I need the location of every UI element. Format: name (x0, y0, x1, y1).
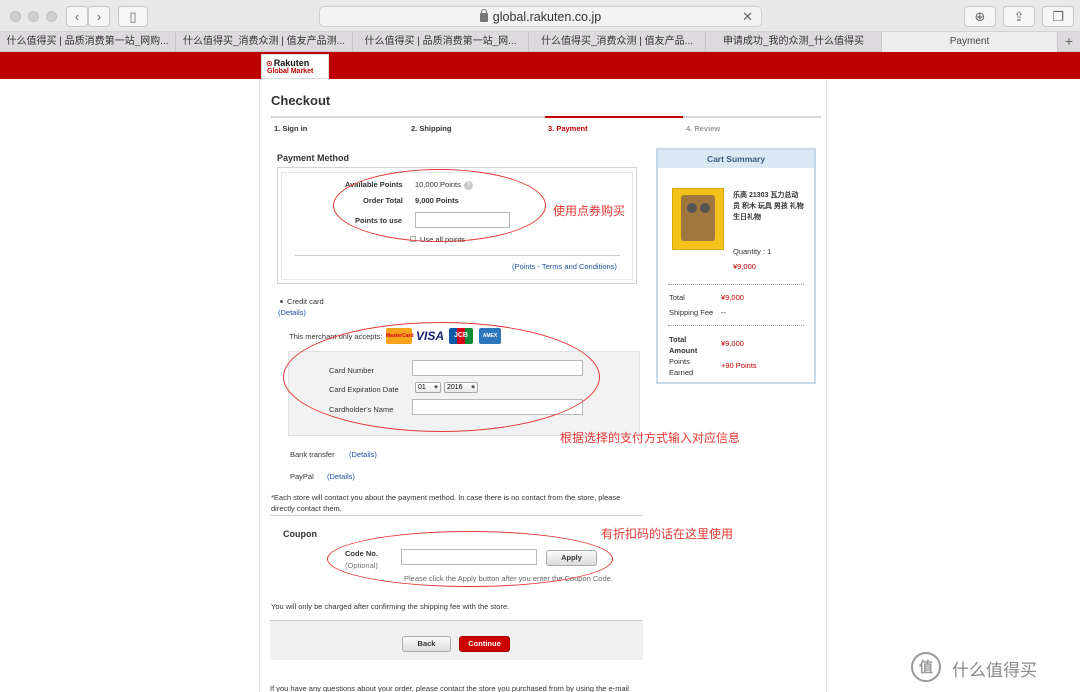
browser-tab[interactable]: 申请成功_我的众测_什么值得买 (706, 32, 882, 52)
address-bar[interactable]: global.rakuten.co.jp ✕ (319, 6, 762, 27)
browser-tab[interactable]: 什么值得买 | 品质消费第一站_网购... (0, 32, 176, 52)
tabs-overview-icon[interactable]: ❐ (1042, 6, 1074, 27)
tab-bar: 什么值得买 | 品质消费第一站_网购... 什么值得买_消费众测 | 值友产品测… (0, 32, 1080, 52)
charge-note: You will only be charged after confirmin… (271, 602, 510, 611)
browser-toolbar: ‹ › ▯ global.rakuten.co.jp ✕ ⊕ ⇪ ❐ (0, 0, 1080, 32)
browser-tab[interactable]: 什么值得买_消费众测 | 值友产品... (529, 32, 706, 52)
product-name[interactable]: 乐高 21303 瓦力总动员 积木 玩具 男孩 礼物 生日礼物 (733, 190, 805, 223)
annotation-points: 使用点券购买 (553, 204, 626, 218)
browser-tab-active[interactable]: Payment (882, 32, 1058, 52)
total-amount-value: ¥9,000 (721, 339, 744, 348)
coupon-heading: Coupon (283, 529, 317, 539)
back-nav-icon[interactable]: ‹ (66, 6, 88, 27)
credit-card-label: Credit card (287, 297, 324, 306)
annotation-ellipse-payment (283, 322, 600, 432)
browser-tab[interactable]: 什么值得买 | 品质消费第一站_网... (353, 32, 529, 52)
divider (270, 515, 643, 516)
step-review: 4. Review (686, 124, 721, 133)
watermark-text: 什么值得买 (952, 661, 1037, 680)
total-amount-label: Total Amount (669, 335, 698, 355)
minimize-window-icon[interactable] (28, 11, 39, 22)
continue-button[interactable]: Continue (459, 636, 510, 652)
annotation-payment: 根据选择的支付方式输入对应信息 (560, 431, 741, 445)
bank-transfer-details-link[interactable]: (Details) (349, 450, 377, 459)
site-header-bar (0, 52, 1080, 79)
shipping-fee-value: -- (721, 308, 726, 317)
paypal-details-link[interactable]: (Details) (327, 472, 355, 481)
credit-card-radio[interactable] (280, 300, 283, 303)
rakuten-logo[interactable]: Rakuten Global Market (261, 54, 329, 79)
back-button[interactable]: Back (402, 636, 451, 652)
annotation-ellipse-coupon (327, 531, 613, 587)
bank-transfer-label[interactable]: Bank transfer (290, 450, 335, 459)
product-quantity: Quantity : 1 (733, 247, 772, 256)
step-payment: 3. Payment (548, 124, 588, 133)
payment-method-heading: Payment Method (277, 153, 350, 163)
divider (668, 284, 804, 285)
close-window-icon[interactable] (10, 11, 21, 22)
annotation-ellipse-points (333, 169, 546, 242)
cart-total-label: Total (669, 293, 685, 302)
contact-note: If you have any questions about your ord… (270, 684, 629, 692)
page-title: Checkout (271, 93, 331, 108)
logo-line1: Rakuten (266, 58, 310, 68)
url-text: global.rakuten.co.jp (492, 10, 602, 24)
cart-total-value: ¥9,000 (721, 293, 744, 302)
lock-icon (479, 9, 488, 22)
cart-summary-title: Cart Summary (658, 150, 814, 168)
points-earned-label: Points Earned (669, 357, 694, 377)
step-sign-in: 1. Sign in (274, 124, 308, 133)
active-step-indicator (545, 116, 683, 118)
browser-chrome: ‹ › ▯ global.rakuten.co.jp ✕ ⊕ ⇪ ❐ 什么值得买… (0, 0, 1080, 52)
logo-line2: Global Market (267, 68, 314, 75)
action-bar (270, 620, 643, 660)
points-terms-link[interactable]: (Points - Terms and Conditions) (512, 262, 617, 271)
forward-nav-icon[interactable]: › (88, 6, 110, 27)
points-earned-value: +90 Points (721, 361, 757, 370)
product-image[interactable] (672, 188, 724, 250)
step-shipping: 2. Shipping (411, 124, 452, 133)
zoom-window-icon[interactable] (46, 11, 57, 22)
downloads-icon[interactable]: ⊕ (964, 6, 996, 27)
clear-url-icon[interactable]: ✕ (742, 7, 753, 27)
paypal-label[interactable]: PayPal (290, 472, 314, 481)
divider (295, 255, 620, 256)
watermark-icon: 值 (911, 652, 941, 682)
sidebar-icon[interactable]: ▯ (118, 6, 148, 27)
new-tab-button[interactable]: + (1058, 32, 1080, 52)
credit-card-details-link[interactable]: (Details) (278, 308, 306, 317)
annotation-coupon: 有折扣码的话在这里使用 (601, 527, 734, 541)
shipping-fee-label: Shipping Fee (669, 308, 714, 317)
points-earned-text: +90 Points (721, 361, 757, 370)
store-contact-note: *Each store will contact you about the p… (271, 493, 621, 513)
product-price: ¥9,000 (733, 262, 756, 271)
share-icon[interactable]: ⇪ (1003, 6, 1035, 27)
browser-tab[interactable]: 什么值得买_消费众测 | 值友产品测... (176, 32, 353, 52)
divider (668, 325, 804, 326)
